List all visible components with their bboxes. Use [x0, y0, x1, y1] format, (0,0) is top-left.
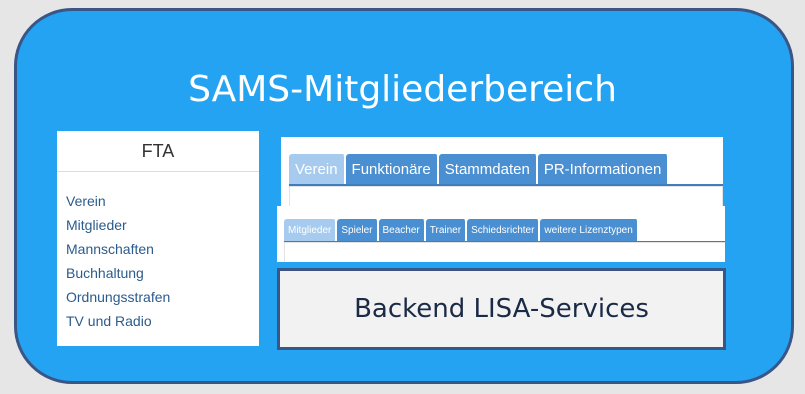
menu-item-buchhaltung[interactable]: Buchhaltung: [66, 261, 170, 285]
tab-pr-informationen[interactable]: PR-Informationen: [537, 154, 670, 184]
menu-item-ordnungsstrafen[interactable]: Ordnungsstrafen: [66, 285, 170, 309]
tab-funktionaere[interactable]: Funktionäre: [345, 154, 439, 184]
secondary-tabs-screenshot: Mitglieder Spieler Beacher Trainer Schie…: [277, 206, 725, 262]
tab-trainer[interactable]: Trainer: [425, 219, 468, 241]
fta-menu-list: Verein Mitglieder Mannschaften Buchhaltu…: [66, 189, 170, 333]
menu-item-tv-und-radio[interactable]: TV und Radio: [66, 309, 170, 333]
fta-menu: FTA Verein Mitglieder Mannschaften Buchh…: [57, 131, 259, 346]
tab-stammdaten[interactable]: Stammdaten: [438, 154, 538, 184]
fta-menu-heading: FTA: [141, 141, 175, 161]
primary-tab-bar: Verein Funktionäre Stammdaten PR-Informa…: [289, 154, 670, 184]
tab-schiedsrichter[interactable]: Schiedsrichter: [467, 219, 541, 241]
tab-weitere-lizenztypen[interactable]: weitere Lizenztypen: [540, 219, 639, 241]
diagram-title: SAMS-Mitgliederbereich: [188, 69, 617, 110]
menu-item-mannschaften[interactable]: Mannschaften: [66, 237, 170, 261]
backend-box: Backend LISA-Services: [277, 268, 726, 350]
tab-verein[interactable]: Verein: [289, 154, 346, 184]
secondary-tab-bar: Mitglieder Spieler Beacher Trainer Schie…: [284, 219, 639, 241]
backend-label: Backend LISA-Services: [354, 294, 649, 324]
menu-item-verein[interactable]: Verein: [66, 189, 170, 213]
menu-divider: [57, 171, 259, 172]
menu-item-mitglieder[interactable]: Mitglieder: [66, 213, 170, 237]
tab-mitglieder[interactable]: Mitglieder: [284, 219, 338, 241]
tab-beacher[interactable]: Beacher: [378, 219, 426, 241]
secondary-tab-content: [284, 242, 725, 262]
tab-spieler[interactable]: Spieler: [337, 219, 379, 241]
primary-tabs-screenshot: Verein Funktionäre Stammdaten PR-Informa…: [281, 137, 723, 209]
